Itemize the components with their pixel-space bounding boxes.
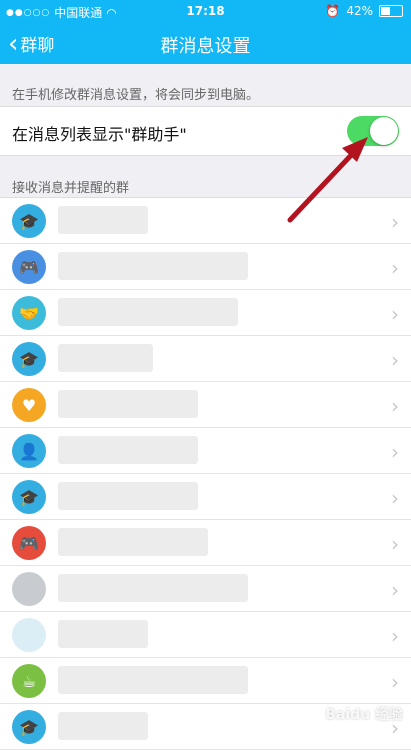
graduation-cap-icon: 🎓 [12, 480, 46, 514]
placeholder-icon [12, 618, 46, 652]
list-item[interactable]: 🎓 › [0, 474, 411, 520]
battery-percent: 42% [346, 4, 373, 18]
graduation-cap-icon: 🎓 [12, 342, 46, 376]
handshake-icon: 🤝 [12, 296, 46, 330]
redacted-name [58, 528, 208, 556]
baidu-watermark: Baidu 经验 [325, 707, 403, 723]
nav-bar: ‹ 群聊 群消息设置 [0, 22, 411, 64]
chevron-right-icon: › [391, 256, 399, 280]
redacted-name [58, 298, 238, 326]
redacted-name [58, 344, 153, 372]
list-item[interactable]: ☕ › [0, 658, 411, 704]
gamepad-icon: 🎮 [12, 250, 46, 284]
graduation-cap-icon: 🎓 [12, 710, 46, 744]
chevron-right-icon: › [391, 624, 399, 648]
chevron-right-icon: › [391, 394, 399, 418]
list-item[interactable]: 🎮 › [0, 520, 411, 566]
group-assistant-toggle[interactable] [347, 116, 399, 146]
chevron-right-icon: › [391, 210, 399, 234]
list-item[interactable]: › [0, 566, 411, 612]
chevron-right-icon: › [391, 302, 399, 326]
list-item[interactable]: 🎓 › [0, 336, 411, 382]
chevron-right-icon: › [391, 486, 399, 510]
badge-icon: 👤 [12, 434, 46, 468]
redacted-name [58, 436, 198, 464]
redacted-name [58, 482, 198, 510]
page-title: 群消息设置 [160, 36, 251, 57]
status-bar: ●●○○○ 中国联通 ◠ 17:18 ⏰ 42% [0, 0, 411, 22]
chevron-right-icon: › [391, 532, 399, 556]
redacted-name [58, 666, 248, 694]
group-assistant-row: 在消息列表显示"群助手" [0, 106, 411, 156]
redacted-name [58, 252, 248, 280]
redacted-name [58, 620, 148, 648]
alarm-icon: ⏰ [325, 4, 341, 18]
list-item[interactable]: 🤝 › [0, 290, 411, 336]
chevron-right-icon: › [391, 670, 399, 694]
list-item[interactable]: 👤 › [0, 428, 411, 474]
redacted-name [58, 206, 148, 234]
list-item[interactable]: › [0, 612, 411, 658]
list-item[interactable]: 🎓 › [0, 198, 411, 244]
list-item[interactable]: ♥ › [0, 382, 411, 428]
battery-icon [379, 5, 403, 17]
chevron-right-icon: › [391, 578, 399, 602]
redacted-name [58, 712, 148, 740]
group-assistant-label: 在消息列表显示"群助手" [12, 125, 187, 144]
redacted-name [58, 390, 198, 418]
chevron-right-icon: › [391, 348, 399, 372]
redacted-name [58, 574, 248, 602]
section-title: 接收消息并提醒的群 [12, 181, 130, 196]
cup-icon: ☕ [12, 664, 46, 698]
graduation-cap-icon: 🎓 [12, 204, 46, 238]
gamepad-icon: 🎮 [12, 526, 46, 560]
group-list: 🎓 › 🎮 › 🤝 › 🎓 › ♥ › 👤 › 🎓 › 🎮 › › › ☕ › 🎓 › [0, 197, 411, 750]
chevron-right-icon: › [391, 440, 399, 464]
toggle-knob [370, 117, 398, 145]
sync-hint: 在手机修改群消息设置，将会同步到电脑。 [12, 88, 260, 103]
list-item[interactable]: 🎮 › [0, 244, 411, 290]
heart-icon: ♥ [12, 388, 46, 422]
placeholder-icon [12, 572, 46, 606]
